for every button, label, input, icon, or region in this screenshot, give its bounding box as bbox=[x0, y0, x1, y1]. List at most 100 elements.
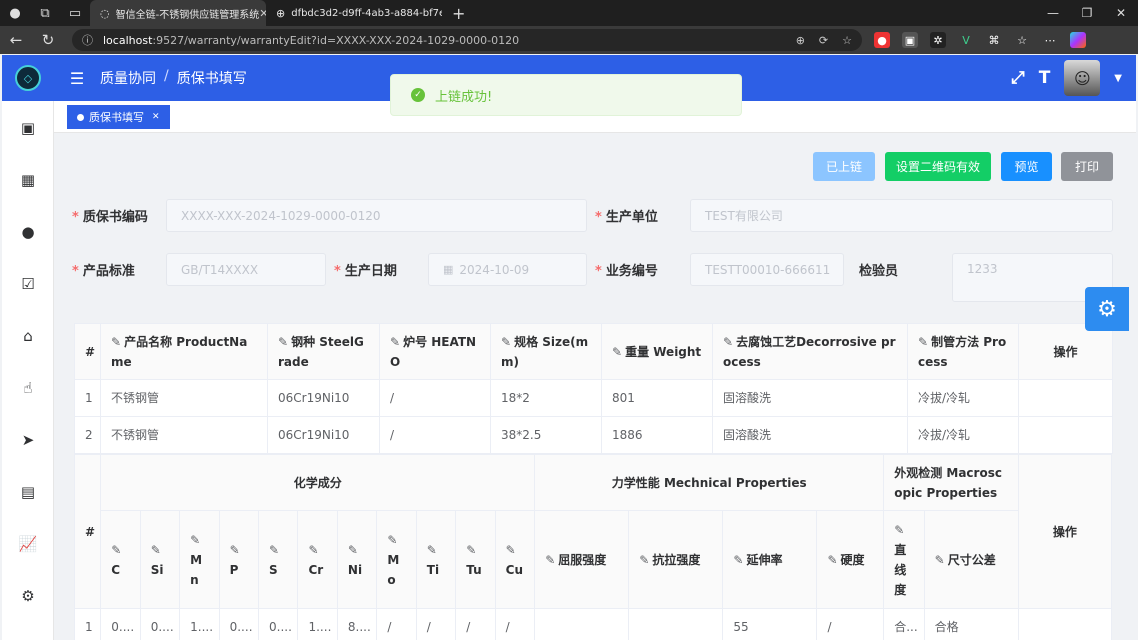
column-header-elongation[interactable]: ✎ 延伸率 bbox=[722, 510, 818, 609]
settings-gear-icon[interactable]: ⚙ bbox=[1085, 287, 1129, 331]
fullscreen-icon[interactable]: ⤢ bbox=[1011, 68, 1025, 88]
column-header-chem-mn[interactable]: ✎Mn bbox=[179, 510, 220, 609]
extensions-icon[interactable]: ⌘ bbox=[986, 32, 1002, 48]
column-header-chem-si[interactable]: ✎Si bbox=[139, 510, 181, 609]
cell[interactable]: 1.... bbox=[179, 608, 220, 640]
cell[interactable]: 8.... bbox=[336, 608, 378, 640]
favorites-icon[interactable]: ☆ bbox=[1014, 32, 1030, 48]
close-window-icon[interactable]: ✕ bbox=[1104, 6, 1138, 20]
cell[interactable] bbox=[534, 608, 630, 640]
cell[interactable]: 固溶酸洗 bbox=[712, 416, 908, 454]
column-header-straightness[interactable]: ✎直线度 bbox=[883, 510, 925, 609]
tag-warranty-edit[interactable]: 质保书填写 ✕ bbox=[67, 105, 170, 129]
favorite-star-icon[interactable]: ☆ bbox=[842, 34, 852, 47]
cell[interactable]: 冷拔/冷轧 bbox=[907, 379, 1019, 417]
cell[interactable]: / bbox=[494, 608, 536, 640]
column-header-process[interactable]: ✎ 制管方法 Process bbox=[907, 323, 1019, 380]
producer-input[interactable]: TEST有限公司 bbox=[690, 199, 1113, 232]
column-header-chem-c[interactable]: ✎C bbox=[100, 510, 141, 609]
column-header-chem-ti[interactable]: ✎Ti bbox=[415, 510, 457, 609]
menu-toggle-icon[interactable]: ☰ bbox=[54, 69, 100, 88]
column-header-chem-ni[interactable]: ✎Ni bbox=[336, 510, 378, 609]
column-header-product-name[interactable]: ✎ 产品名称 ProductName bbox=[100, 323, 268, 380]
copilot-icon[interactable] bbox=[1070, 32, 1086, 48]
cell[interactable]: 不锈钢管 bbox=[100, 416, 268, 454]
column-header-chem-mo[interactable]: ✎Mo bbox=[376, 510, 417, 609]
column-header-steel-grade[interactable]: ✎ 钢种 SteelGrade bbox=[267, 323, 380, 380]
cell[interactable]: 冷拔/冷轧 bbox=[907, 416, 1019, 454]
back-icon[interactable]: ← bbox=[0, 31, 32, 49]
column-header-size[interactable]: ✎ 规格 Size(mm) bbox=[490, 323, 602, 380]
cell[interactable] bbox=[628, 608, 724, 640]
column-header-decorrosive[interactable]: ✎ 去腐蚀工艺Decorrosive process bbox=[712, 323, 908, 380]
document-icon[interactable]: ▤ bbox=[2, 480, 54, 504]
column-header-chem-s[interactable]: ✎S bbox=[258, 510, 299, 609]
column-header-heatno[interactable]: ✎ 炉号 HEATNO bbox=[379, 323, 491, 380]
column-header-tensile-strength[interactable]: ✎ 抗拉强度 bbox=[628, 510, 724, 609]
clipboard-check-icon[interactable]: ☑ bbox=[2, 272, 54, 296]
maximize-icon[interactable]: ❐ bbox=[1070, 6, 1104, 20]
chained-button[interactable]: 已上链 bbox=[813, 152, 875, 181]
cell[interactable]: 55 bbox=[722, 608, 818, 640]
close-tab-icon[interactable]: ✕ bbox=[259, 7, 266, 20]
browser-tab-1[interactable]: ◌ 智信全链-不锈钢供应链管理系统 ✕ bbox=[90, 0, 266, 26]
column-header-dimension-tolerance[interactable]: ✎ 尺寸公差 bbox=[923, 510, 1019, 609]
column-header-chem-p[interactable]: ✎P bbox=[218, 510, 260, 609]
breadcrumb-item[interactable]: 质量协同 bbox=[100, 68, 156, 88]
print-button[interactable]: 打印 bbox=[1061, 152, 1113, 181]
cell[interactable]: 0.... bbox=[218, 608, 260, 640]
font-size-icon[interactable]: T bbox=[1039, 68, 1051, 88]
cell-operation[interactable] bbox=[1018, 379, 1113, 417]
address-bar[interactable]: ⓘ localhost :9527/warranty/warrantyEdit?… bbox=[72, 29, 862, 51]
date-picker[interactable]: ▦ 2024-10-09 bbox=[428, 253, 587, 286]
column-header-weight[interactable]: ✎ 重量 Weight bbox=[601, 323, 713, 380]
hand-pointer-icon[interactable]: ☝ bbox=[2, 376, 54, 400]
cell[interactable]: / bbox=[379, 416, 491, 454]
cell[interactable]: 合格 bbox=[923, 608, 1019, 640]
grid-icon[interactable]: ▦ bbox=[2, 168, 54, 192]
cell[interactable]: 合... bbox=[883, 608, 925, 640]
chevron-down-icon[interactable]: ▼ bbox=[1114, 73, 1122, 84]
extension-vue-icon[interactable]: V bbox=[958, 32, 974, 48]
cell[interactable]: 18*2 bbox=[490, 379, 602, 417]
cell[interactable]: 38*2.5 bbox=[490, 416, 602, 454]
cell[interactable]: 1.... bbox=[297, 608, 338, 640]
browser-tab-2[interactable]: ⊕ dfbdc3d2-d9ff-4ab3-a884-bf7ec ✕ bbox=[266, 0, 442, 26]
column-header-yield-strength[interactable]: ✎ 屈服强度 bbox=[534, 510, 630, 609]
set-qrcode-valid-button[interactable]: 设置二维码有效 bbox=[885, 152, 991, 181]
cell[interactable]: / bbox=[415, 608, 457, 640]
extension-game-icon[interactable]: ▣ bbox=[902, 32, 918, 48]
workspaces-icon[interactable]: ⧉ bbox=[30, 0, 60, 26]
column-header-chem-tu[interactable]: ✎Tu bbox=[455, 510, 496, 609]
cell[interactable]: / bbox=[379, 379, 491, 417]
home-icon[interactable]: ⌂ bbox=[2, 324, 54, 348]
table-row[interactable]: 2 不锈钢管 06Cr19Ni10 / 38*2.5 1886 固溶酸洗 冷拔/… bbox=[74, 416, 1113, 454]
chip-icon[interactable]: ▣ bbox=[2, 116, 54, 140]
cell[interactable]: / bbox=[816, 608, 885, 640]
column-header-hardness[interactable]: ✎ 硬度 bbox=[816, 510, 885, 609]
vertical-tabs-icon[interactable]: ▭ bbox=[60, 0, 90, 26]
column-header-chem-cu[interactable]: ✎Cu bbox=[494, 510, 536, 609]
minimize-icon[interactable]: — bbox=[1036, 6, 1070, 20]
avatar[interactable]: ☺ bbox=[1064, 60, 1101, 96]
zoom-icon[interactable]: ⊕ bbox=[796, 34, 805, 47]
reload-icon[interactable]: ↻ bbox=[32, 31, 64, 49]
cell[interactable]: / bbox=[376, 608, 417, 640]
table-row[interactable]: 1 不锈钢管 06Cr19Ni10 / 18*2 801 固溶酸洗 冷拔/冷轧 bbox=[74, 379, 1113, 417]
translate-icon[interactable]: ⟳ bbox=[819, 34, 828, 47]
close-icon[interactable]: ✕ bbox=[152, 112, 160, 122]
extension-record-icon[interactable]: ● bbox=[874, 32, 890, 48]
cell[interactable]: 06Cr19Ni10 bbox=[267, 416, 380, 454]
extension-grid-icon[interactable]: ✲ bbox=[930, 32, 946, 48]
cell[interactable]: / bbox=[455, 608, 496, 640]
cell[interactable]: 0.... bbox=[100, 608, 141, 640]
column-header-chem-cr[interactable]: ✎Cr bbox=[297, 510, 338, 609]
cell[interactable]: 固溶酸洗 bbox=[712, 379, 908, 417]
chart-line-icon[interactable]: 📈 bbox=[2, 532, 54, 556]
site-info-icon[interactable]: ⓘ bbox=[82, 32, 93, 48]
cell-operation[interactable] bbox=[1018, 416, 1113, 454]
user-icon[interactable]: ● bbox=[2, 220, 54, 244]
profile-icon[interactable]: ● bbox=[0, 0, 30, 26]
cell-operation[interactable] bbox=[1017, 608, 1113, 640]
cell[interactable]: 0.... bbox=[258, 608, 299, 640]
